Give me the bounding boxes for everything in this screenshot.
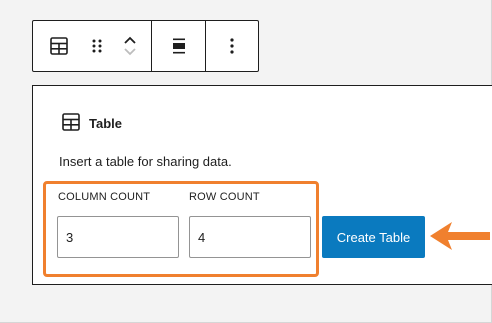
block-instructions: Insert a table for sharing data.	[59, 154, 232, 169]
arrow-pointer-icon	[428, 218, 490, 259]
table-icon	[61, 112, 89, 135]
row-count-label: ROW COUNT	[189, 191, 260, 203]
more-options-icon	[229, 37, 235, 55]
block-type-button[interactable]	[33, 21, 85, 71]
align-button[interactable]	[152, 21, 205, 71]
column-count-label: COLUMN COUNT	[58, 191, 151, 203]
block-label: Table	[61, 112, 122, 135]
row-count-input[interactable]	[189, 216, 311, 258]
block-toolbar	[32, 20, 259, 72]
toolbar-group-more	[206, 21, 258, 71]
table-icon	[49, 36, 69, 56]
move-down-icon[interactable]	[122, 46, 138, 58]
more-options-button[interactable]	[206, 21, 258, 71]
drag-handle-icon	[91, 37, 103, 55]
block-title: Table	[89, 116, 122, 131]
toolbar-group-align	[152, 21, 205, 71]
move-up-icon[interactable]	[122, 34, 138, 46]
mover-controls	[109, 21, 151, 71]
column-count-input[interactable]	[57, 216, 179, 258]
create-table-button[interactable]: Create Table	[322, 216, 425, 258]
toolbar-group-block	[33, 21, 151, 71]
align-icon	[170, 37, 188, 55]
drag-handle[interactable]	[85, 21, 109, 71]
